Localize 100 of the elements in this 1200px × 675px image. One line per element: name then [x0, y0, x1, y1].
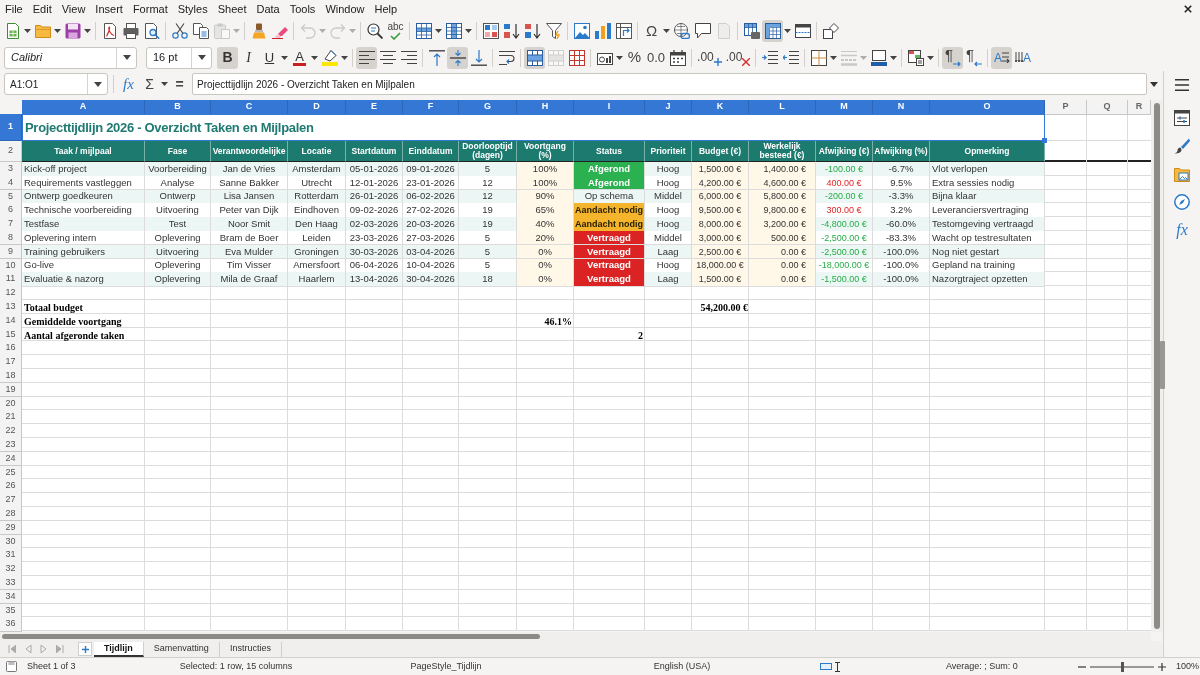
column-header[interactable]: F	[403, 100, 459, 115]
row-header[interactable]: 32	[0, 562, 22, 577]
fill-handle[interactable]	[1042, 138, 1047, 143]
sheet-tab[interactable]: Samenvatting	[143, 641, 220, 657]
column-header[interactable]: O	[930, 100, 1045, 115]
find-replace-button[interactable]	[364, 20, 385, 42]
scrollbar-thumb[interactable]	[2, 634, 540, 639]
row-header[interactable]: 17	[0, 355, 22, 370]
column-header[interactable]: D	[288, 100, 346, 115]
cut-button[interactable]	[169, 20, 190, 42]
shapes-button[interactable]	[820, 20, 841, 42]
delete-decimal-button[interactable]: .00	[723, 46, 753, 69]
special-character-button[interactable]: Ω	[641, 20, 662, 42]
row-header[interactable]: 2	[0, 141, 22, 162]
insert-chart-button[interactable]	[592, 20, 613, 42]
number-button[interactable]: 0.0	[645, 46, 668, 69]
row-header[interactable]: 36	[0, 617, 22, 632]
row-header[interactable]: 11	[0, 272, 22, 287]
column-header[interactable]: B	[145, 100, 211, 115]
caret-icon	[24, 29, 31, 33]
menu-item[interactable]: Tools	[284, 0, 321, 18]
align-left-button[interactable]	[356, 46, 377, 69]
zoom-in-button[interactable]	[1156, 660, 1168, 673]
merge-center-button[interactable]	[524, 46, 545, 69]
column-header[interactable]: A	[22, 100, 145, 115]
font-name-field[interactable]: Calibri	[4, 46, 137, 69]
row-header[interactable]: 3	[0, 162, 22, 177]
slider-thumb[interactable]	[1121, 661, 1124, 672]
insert-image-button[interactable]	[571, 20, 592, 42]
add-sheet-button[interactable]	[78, 642, 92, 656]
menu-item[interactable]: File	[0, 0, 28, 18]
font-size-field[interactable]: 16 pt	[146, 46, 212, 69]
sheet-tab[interactable]: Instructies	[219, 641, 282, 657]
insert-columns-button[interactable]	[443, 20, 464, 42]
row-header[interactable]: 22	[0, 424, 22, 439]
sum-button[interactable]: Σ	[139, 73, 160, 95]
row-header[interactable]: 12	[0, 286, 22, 301]
function-wizard-button[interactable]: fx	[118, 73, 139, 95]
column-header[interactable]: J	[645, 100, 692, 115]
menu-item[interactable]: Format	[127, 0, 173, 18]
row-header[interactable]: 1	[0, 114, 22, 141]
menu-item[interactable]: Help	[369, 0, 403, 18]
menu-item[interactable]: View	[56, 0, 91, 18]
column-header[interactable]: K	[692, 100, 749, 115]
percent-button[interactable]: %	[624, 46, 645, 69]
print-area-button[interactable]	[741, 20, 762, 42]
functions-button[interactable]: fx	[1171, 216, 1193, 244]
autofilter-button[interactable]	[543, 20, 564, 42]
menu-item[interactable]: Sheet	[212, 0, 252, 18]
add-decimal-button[interactable]: .00	[695, 46, 724, 69]
row-header[interactable]: 21	[0, 410, 22, 425]
column-header[interactable]: H	[517, 100, 574, 115]
column-header[interactable]: N	[873, 100, 930, 115]
menu-item[interactable]: Data	[251, 0, 285, 18]
formula-input[interactable]: Projecttijdlijn 2026 - Overzicht Taken en Mijlpalen	[192, 73, 1147, 95]
sort-button[interactable]	[480, 20, 501, 42]
close-document-button[interactable]	[1181, 2, 1195, 16]
left-to-right-button[interactable]: ¶	[942, 46, 964, 69]
caret-icon	[663, 29, 670, 33]
row-header[interactable]: 31	[0, 548, 22, 563]
row-header[interactable]: 6	[0, 203, 22, 218]
column-header[interactable]: I	[574, 100, 645, 115]
caret-icon	[281, 55, 288, 60]
row-header[interactable]: 7	[0, 217, 22, 232]
right-to-left-button[interactable]: ¶	[963, 46, 985, 69]
menu-item[interactable]: Styles	[172, 0, 213, 18]
spelling-button[interactable]: abc	[385, 20, 406, 42]
row-header[interactable]: 16	[0, 341, 22, 356]
caret-icon	[616, 55, 623, 60]
freeze-cells-button[interactable]	[762, 20, 783, 42]
insert-rows-button[interactable]	[413, 20, 434, 42]
column-header[interactable]: P	[1045, 100, 1087, 115]
italic-button[interactable]: I	[238, 46, 259, 69]
column-header[interactable]: C	[211, 100, 288, 115]
hyperlink-button[interactable]	[671, 20, 692, 42]
align-middle-button[interactable]	[447, 46, 468, 69]
horizontal-scrollbar[interactable]	[0, 632, 1151, 641]
name-box-field[interactable]: A1:O1	[4, 73, 108, 95]
menu-item[interactable]: Edit	[27, 0, 57, 18]
column-header[interactable]: L	[749, 100, 816, 115]
bold-button[interactable]: B	[217, 46, 238, 69]
sheet-tab[interactable]: Tijdlijn	[94, 641, 144, 657]
underline-button[interactable]: U	[259, 46, 280, 69]
copy-button[interactable]	[190, 20, 211, 42]
column-header[interactable]: E	[346, 100, 403, 115]
caret-icon	[84, 29, 91, 33]
column-header[interactable]: M	[816, 100, 873, 115]
rectangle-icon	[820, 663, 832, 670]
pivot-table-button[interactable]	[613, 20, 634, 42]
menu-item[interactable]: Insert	[90, 0, 128, 18]
menu-item[interactable]: Window	[320, 0, 370, 18]
column-header[interactable]: R	[1128, 100, 1151, 115]
formula-button[interactable]: =	[169, 73, 190, 95]
font-color-button[interactable]: A	[289, 46, 310, 69]
sidebar-handle[interactable]	[1160, 341, 1165, 389]
column-header[interactable]: Q	[1087, 100, 1128, 115]
column-header[interactable]: G	[459, 100, 517, 115]
row-header[interactable]: 26	[0, 479, 22, 494]
text-vertical-button[interactable]: A	[1012, 46, 1034, 69]
row-header[interactable]: 27	[0, 493, 22, 508]
